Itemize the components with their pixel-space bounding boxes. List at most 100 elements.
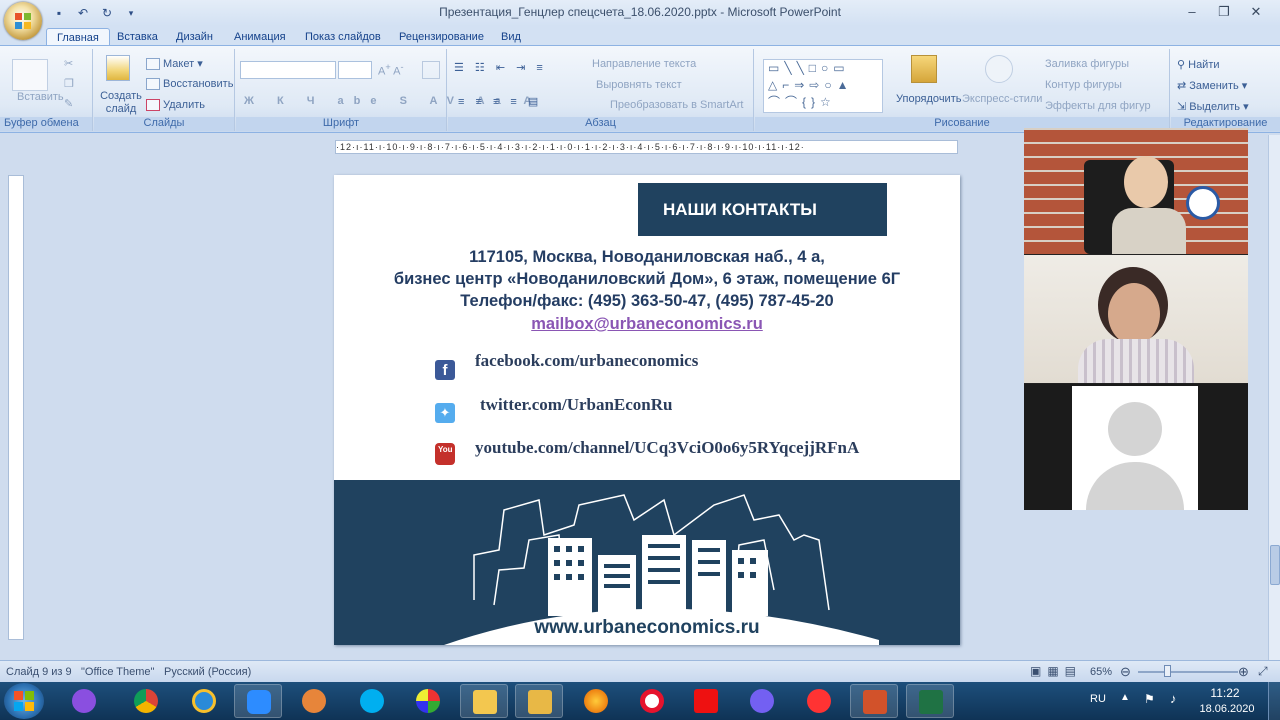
taskbar-chrome[interactable] (122, 684, 170, 718)
taskbar-yandex[interactable] (682, 684, 730, 718)
taskbar-mail[interactable] (515, 684, 563, 718)
zoom-out-icon[interactable]: ⊖ (1120, 664, 1131, 680)
format-painter-icon[interactable]: ✎ (64, 97, 73, 110)
align-text-button[interactable]: Выровнять текст (596, 79, 682, 91)
video-tile-participant-1[interactable] (1024, 128, 1248, 254)
binoculars-icon: ⚲ (1177, 59, 1189, 71)
youtube-icon-label: You (438, 445, 453, 454)
taskbar-paint[interactable] (404, 684, 452, 718)
shape-effects-button[interactable]: Эффекты для фигур (1045, 100, 1151, 112)
taskbar-zoom[interactable] (234, 684, 282, 718)
ribbon: Вставить ✂ ❐ ✎ Буфер обмена Создать слай… (0, 45, 1280, 133)
scroll-thumb[interactable] (1270, 545, 1280, 585)
start-button[interactable] (4, 683, 44, 719)
clock-time[interactable]: 11:22 (1200, 686, 1250, 700)
close-icon[interactable]: ✕ (1240, 2, 1272, 22)
paw-icon (302, 689, 326, 713)
facebook-link[interactable]: facebook.com/urbaneconomics (475, 351, 698, 371)
clock-date[interactable]: 18.06.2020 (1196, 703, 1258, 715)
paste-button[interactable]: Вставить (17, 91, 64, 103)
network-icon[interactable]: ⚑ (1144, 692, 1155, 706)
taskbar-firefox[interactable] (572, 684, 620, 718)
arrange-button[interactable]: Упорядочить (896, 93, 961, 105)
taskbar-alice[interactable] (60, 684, 108, 718)
replace-icon: ⇄ (1177, 80, 1190, 92)
font-group: A+ A- Ж К Ч abe S AV Aa A Шрифт (236, 49, 531, 131)
shapes-gallery[interactable]: ▭╲╲□○▭ △⌐⇒⇨○▲ ⌒⌒{}☆ (763, 59, 883, 113)
paste-icon[interactable] (12, 59, 48, 91)
keyboard-language[interactable]: RU (1090, 693, 1106, 705)
email-link[interactable]: mailbox@urbaneconomics.ru (334, 315, 960, 334)
office-logo-icon (15, 13, 31, 29)
clear-format-icon[interactable] (422, 61, 440, 79)
slide-heading[interactable]: НАШИ КОНТАКТЫ (638, 183, 887, 236)
align-buttons[interactable]: ≡ ≡ ≡ ≡ ▤ (458, 95, 542, 108)
taskbar-powerpoint[interactable] (850, 684, 898, 718)
taskbar-skype[interactable] (348, 684, 396, 718)
delete-button[interactable]: Удалить (146, 99, 205, 112)
language-indicator[interactable]: Русский (Россия) (164, 666, 251, 678)
taskbar-ie[interactable] (180, 684, 228, 718)
shape-fill-button[interactable]: Заливка фигуры (1045, 58, 1129, 70)
taskbar-excel[interactable] (906, 684, 954, 718)
logo-badge-icon (1186, 186, 1220, 220)
phone-line[interactable]: Телефон/факс: (495) 363-50-47, (495) 787… (334, 292, 960, 311)
select-button[interactable]: ⇲ Выделить ▾ (1177, 100, 1249, 113)
video-tile-participant-2[interactable] (1024, 255, 1248, 383)
youtube-link[interactable]: youtube.com/channel/UCq3VciO0o6y5RYqcejj… (475, 438, 859, 458)
taskbar-app-paw[interactable] (290, 684, 338, 718)
layout-icon (146, 58, 160, 71)
view-buttons[interactable]: ▣▦▤ (1030, 664, 1082, 678)
find-label: Найти (1188, 59, 1220, 71)
zoom-level[interactable]: 65% (1090, 666, 1112, 678)
volume-icon[interactable]: ♪ (1170, 691, 1177, 706)
zoom-in-icon[interactable]: ⊕ (1238, 664, 1249, 680)
taskbar-explorer[interactable] (460, 684, 508, 718)
video-tile-participant-3[interactable] (1024, 384, 1248, 510)
shape-outline-button[interactable]: Контур фигуры (1045, 79, 1122, 91)
taskbar-viber[interactable] (738, 684, 786, 718)
font-name-combo[interactable] (240, 61, 336, 79)
slide-canvas[interactable]: НАШИ КОНТАКТЫ 117105, Москва, Новоданило… (334, 175, 960, 645)
windows-taskbar: RU ▲ ⚑ ♪ 11:22 18.06.2020 (0, 682, 1280, 720)
quick-styles-icon[interactable] (985, 55, 1013, 83)
fit-window-icon[interactable]: ⤢ (1258, 664, 1268, 679)
font-size-combo[interactable] (338, 61, 372, 79)
slide-footer: www.urbaneconomics.ru (334, 480, 960, 645)
vertical-scrollbar[interactable] (1268, 135, 1280, 660)
replace-label: Заменить (1189, 80, 1239, 92)
chrome-icon (134, 689, 158, 713)
taskbar-opera[interactable] (628, 684, 676, 718)
text-direction-button[interactable]: Направление текста (592, 58, 696, 70)
avatar-body-icon (1086, 462, 1184, 510)
replace-button[interactable]: ⇄ Заменить ▾ (1177, 79, 1247, 92)
twitter-link[interactable]: twitter.com/UrbanEconRu (480, 395, 673, 415)
new-slide-button[interactable]: Создать слайд (100, 90, 142, 116)
address-line-1[interactable]: 117105, Москва, Новоданиловская наб., 4 … (334, 248, 960, 267)
website-url[interactable]: www.urbaneconomics.ru (334, 617, 960, 639)
find-button[interactable]: ⚲ Найти (1177, 58, 1220, 71)
copy-icon[interactable]: ❐ (64, 77, 74, 90)
font-grow-icon[interactable]: A+ A- (378, 62, 404, 78)
arrange-icon[interactable] (911, 55, 937, 83)
maximize-icon[interactable]: ❐ (1208, 2, 1240, 22)
taskbar-yandex-browser[interactable] (795, 684, 843, 718)
layout-button[interactable]: Макет ▾ (146, 57, 203, 71)
tray-expand-icon[interactable]: ▲ (1120, 692, 1130, 703)
select-icon: ⇲ (1177, 101, 1190, 113)
reset-button[interactable]: Восстановить (146, 78, 233, 91)
address-line-2[interactable]: бизнес центр «Новоданиловский Дом», 6 эт… (334, 270, 960, 289)
list-buttons[interactable]: ☰ ☷ ⇤ ⇥ ≡ (454, 61, 547, 74)
show-desktop-button[interactable] (1268, 682, 1280, 720)
slides-label: Слайды (94, 117, 234, 131)
cut-icon[interactable]: ✂ (64, 57, 73, 70)
zoom-slider[interactable] (1138, 671, 1238, 673)
quick-styles-button[interactable]: Экспресс-стили (962, 93, 1042, 105)
new-slide-icon[interactable] (106, 55, 130, 81)
smartart-button[interactable]: Преобразовать в SmartArt (610, 99, 743, 111)
clipboard-label: Буфер обмена (0, 117, 92, 131)
minimize-icon[interactable]: – (1176, 2, 1208, 22)
zoom-slider-thumb[interactable] (1164, 665, 1171, 677)
office-button[interactable] (4, 2, 42, 40)
paragraph-group: ☰ ☷ ⇤ ⇥ ≡ ≡ ≡ ≡ ≡ ▤ Направление текста В… (448, 49, 754, 131)
